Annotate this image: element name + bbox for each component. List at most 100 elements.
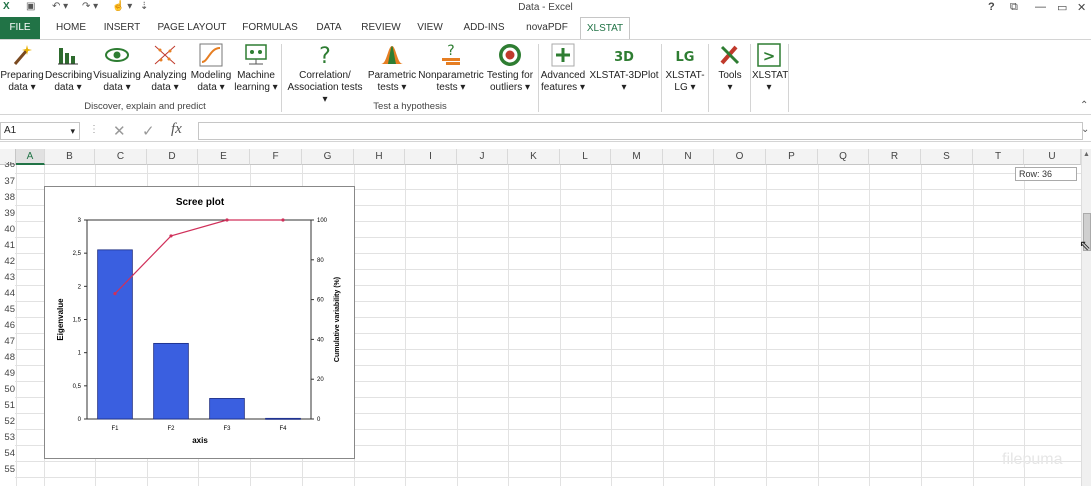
button-label: Parametric: [367, 70, 417, 81]
advanced-features-button[interactable]: Advanced features ▾: [540, 42, 586, 94]
xlstat-3dplot-button[interactable]: 3D XLSTAT-3DPlot ▾: [588, 42, 660, 94]
column-header[interactable]: D: [147, 149, 198, 165]
analyzing-data-button[interactable]: Analyzing data ▾: [142, 42, 188, 94]
row-header[interactable]: 49: [0, 366, 15, 382]
column-header[interactable]: M: [611, 149, 663, 165]
scree-plot-chart[interactable]: Scree plot 0 0,5 1 1,5 2 2,5 3 0 20 40 60 80 100 F1 F2 F…: [44, 186, 355, 459]
row-header[interactable]: 43: [0, 270, 15, 286]
column-header[interactable]: H: [354, 149, 405, 165]
row-header[interactable]: 42: [0, 254, 15, 270]
help-icon[interactable]: ?: [988, 1, 995, 13]
row-header[interactable]: 41: [0, 238, 15, 254]
vertical-scrollbar[interactable]: ▲: [1081, 149, 1091, 486]
column-header[interactable]: A: [16, 149, 45, 165]
tab-add-ins[interactable]: ADD-INS: [456, 17, 512, 39]
tab-view[interactable]: VIEW: [414, 17, 446, 39]
tab-review[interactable]: REVIEW: [358, 17, 404, 39]
tab-page-layout[interactable]: PAGE LAYOUT: [154, 17, 230, 39]
tools-button[interactable]: Tools ▾: [711, 42, 749, 94]
row-header[interactable]: 44: [0, 286, 15, 302]
gridline: [405, 165, 406, 486]
tab-novapdf[interactable]: novaPDF: [522, 17, 572, 39]
cumulative-point: [169, 234, 173, 238]
enter-icon[interactable]: ✓: [142, 122, 155, 140]
button-label: Correlation/: [299, 70, 351, 81]
row-header[interactable]: 47: [0, 334, 15, 350]
tab-data[interactable]: DATA: [310, 17, 348, 39]
column-header[interactable]: F: [250, 149, 302, 165]
tab-home[interactable]: HOME: [52, 17, 90, 39]
nonparametric-tests-button[interactable]: ? Nonparametric tests ▾: [418, 42, 484, 94]
column-header[interactable]: B: [45, 149, 95, 165]
column-header[interactable]: K: [508, 149, 560, 165]
collapse-ribbon-icon[interactable]: ⌃: [1080, 100, 1088, 111]
gridline: [611, 165, 612, 486]
row-header[interactable]: 45: [0, 302, 15, 318]
column-header[interactable]: T: [973, 149, 1024, 165]
xlstat-lg-button[interactable]: LG XLSTAT- LG ▾: [663, 42, 707, 94]
column-header[interactable]: P: [766, 149, 818, 165]
button-sublabel: features ▾: [541, 82, 585, 93]
column-header[interactable]: L: [560, 149, 611, 165]
row-header[interactable]: 50: [0, 382, 15, 398]
machine-learning-button[interactable]: Machine learning ▾: [234, 42, 278, 94]
cumulative-point: [281, 218, 285, 222]
row-header[interactable]: 37: [0, 174, 15, 190]
window-title: Data - Excel: [518, 2, 573, 13]
column-header[interactable]: U: [1024, 149, 1081, 165]
row-header[interactable]: 55: [0, 462, 15, 478]
formula-input[interactable]: [198, 122, 1083, 140]
visualizing-data-button[interactable]: Visualizing data ▾: [92, 42, 142, 94]
row-header[interactable]: 38: [0, 190, 15, 206]
column-header[interactable]: S: [921, 149, 973, 165]
row-header[interactable]: 52: [0, 414, 15, 430]
name-box-dropdown-icon[interactable]: ▾: [70, 123, 75, 139]
column-header[interactable]: C: [95, 149, 147, 165]
row-header[interactable]: 54: [0, 446, 15, 462]
minimize-icon[interactable]: —: [1035, 1, 1046, 13]
column-header[interactable]: O: [714, 149, 766, 165]
scroll-up-icon[interactable]: ▲: [1083, 151, 1090, 158]
row-header[interactable]: 40: [0, 222, 15, 238]
testing-outliers-button[interactable]: Testing for outliers ▾: [484, 42, 536, 94]
bar-chart-icon: [58, 48, 78, 65]
y-tick-label: 2,5: [73, 251, 82, 257]
close-icon[interactable]: ✕: [1077, 1, 1086, 14]
xlstat-icon: >: [757, 43, 781, 67]
x-tick-label: F2: [167, 426, 175, 432]
expand-formula-bar-icon[interactable]: ⌄: [1081, 124, 1089, 135]
tab-xlstat[interactable]: XLSTAT: [580, 17, 630, 39]
column-header[interactable]: G: [302, 149, 354, 165]
tab-formulas[interactable]: FORMULAS: [240, 17, 300, 39]
ribbon-display-options-icon[interactable]: ⧉: [1010, 1, 1018, 14]
row-header[interactable]: 36: [0, 162, 15, 169]
column-header[interactable]: R: [869, 149, 921, 165]
row-header[interactable]: 39: [0, 206, 15, 222]
row-header[interactable]: 53: [0, 430, 15, 446]
column-header[interactable]: N: [663, 149, 714, 165]
question-bars-icon: ?: [442, 43, 460, 65]
insert-function-icon[interactable]: fx: [171, 121, 182, 138]
modeling-data-button[interactable]: Modeling data ▾: [188, 42, 234, 94]
mouse-cursor-icon: ⇖: [1079, 237, 1091, 253]
button-sublabel: ▾: [766, 82, 772, 93]
row-header[interactable]: 46: [0, 318, 15, 334]
column-header[interactable]: Q: [818, 149, 869, 165]
describing-data-button[interactable]: Describing data ▾: [45, 42, 92, 94]
parametric-tests-button[interactable]: Parametric tests ▾: [366, 42, 418, 94]
preparing-data-button[interactable]: Preparing data ▾: [0, 42, 44, 94]
tab-insert[interactable]: INSERT: [100, 17, 144, 39]
tab-file[interactable]: FILE: [0, 17, 40, 39]
column-header[interactable]: I: [405, 149, 457, 165]
row-header[interactable]: 51: [0, 398, 15, 414]
correlation-tests-button[interactable]: ? Correlation/Association tests ▾: [284, 42, 366, 106]
spreadsheet-grid[interactable]: A B C D E F G H I J K L M N O P Q R S T …: [0, 149, 1091, 486]
column-header[interactable]: J: [457, 149, 508, 165]
column-header[interactable]: E: [198, 149, 250, 165]
name-box[interactable]: A1 ▾: [0, 122, 80, 140]
maximize-icon[interactable]: ▭: [1057, 1, 1067, 14]
row-header[interactable]: 48: [0, 350, 15, 366]
name-box-value: A1: [4, 125, 17, 136]
xlstat-button[interactable]: > XLSTAT ▾: [752, 42, 788, 94]
cancel-icon[interactable]: ✕: [113, 122, 126, 140]
